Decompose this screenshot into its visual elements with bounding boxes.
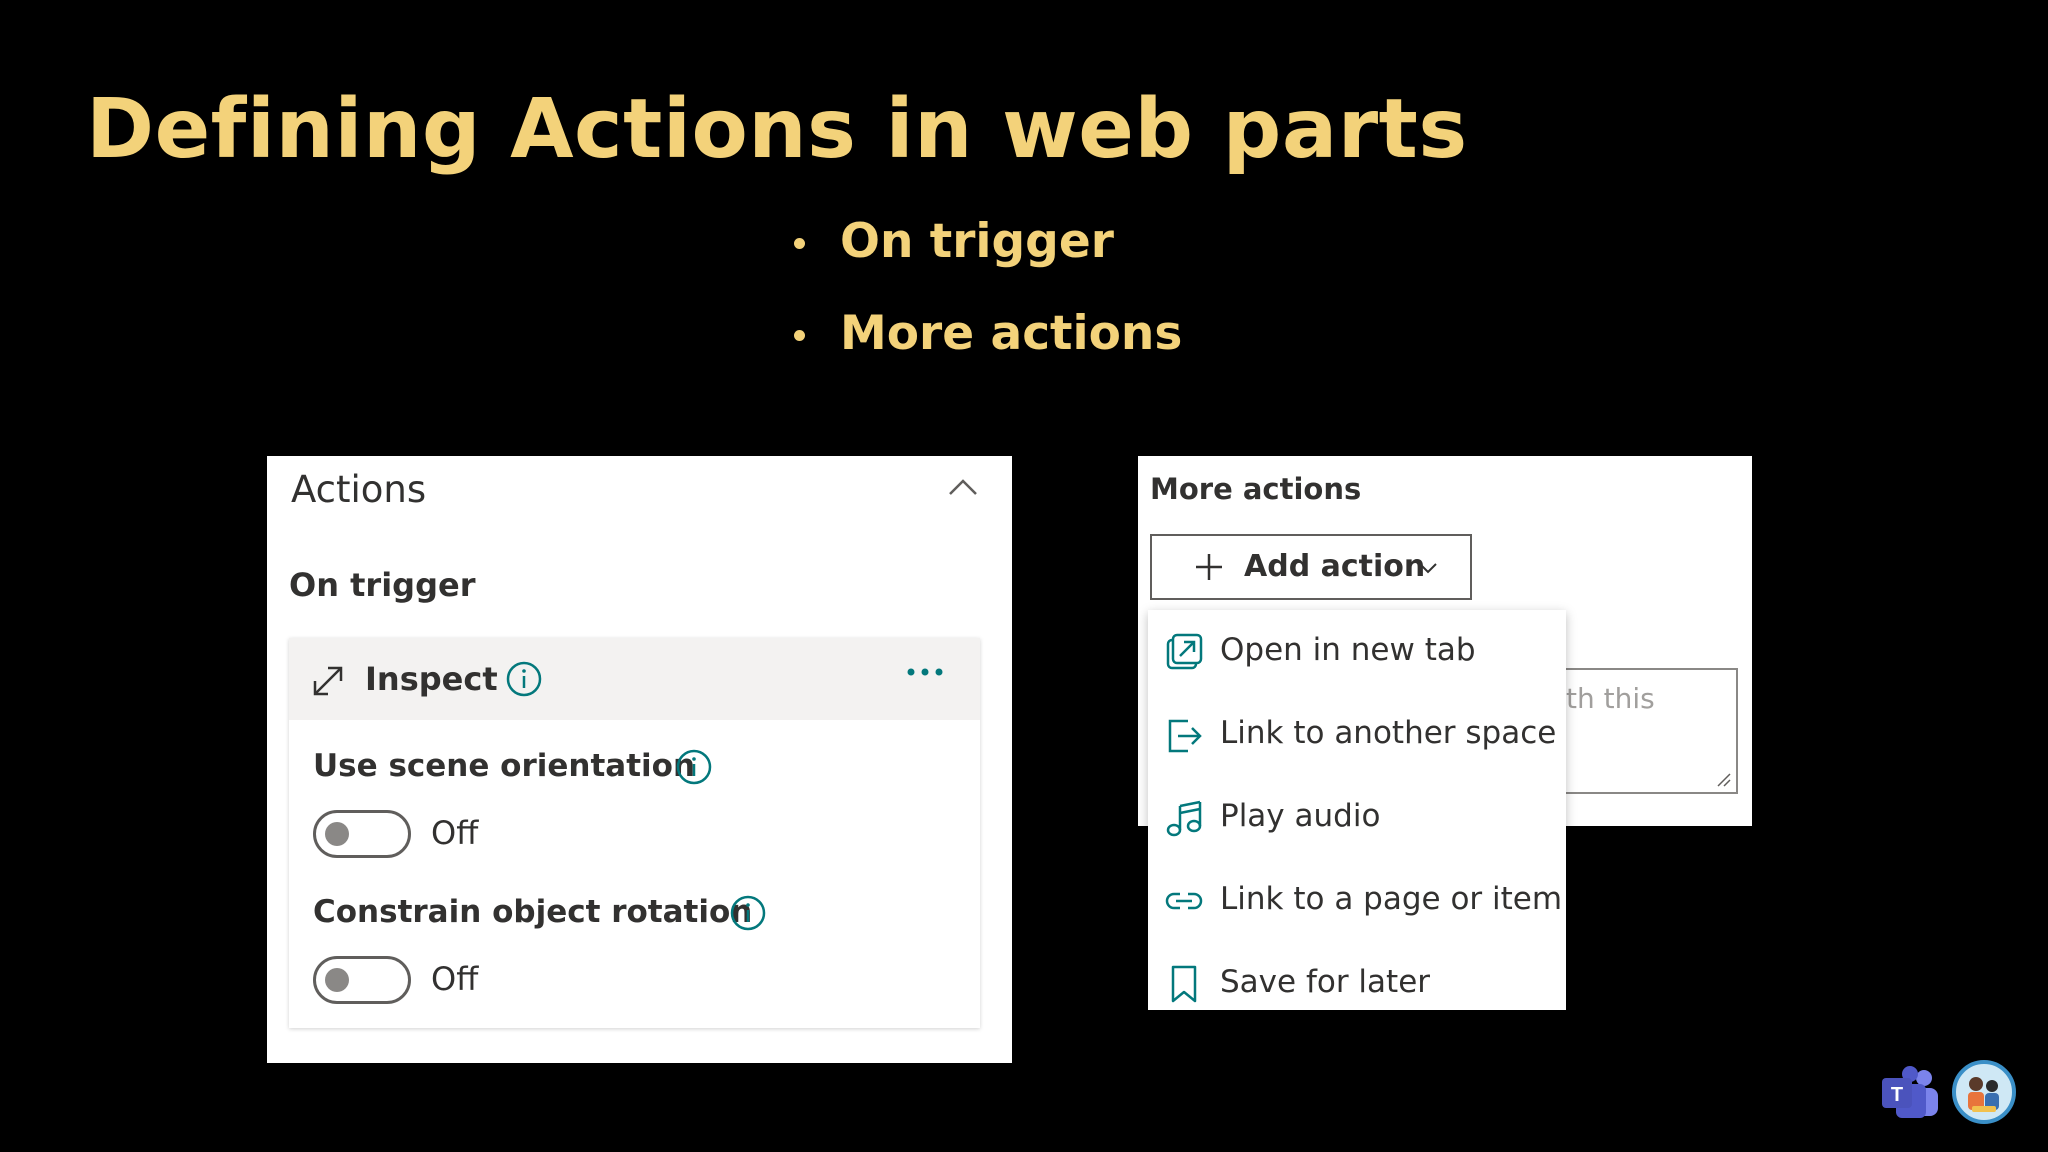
slide-title: Defining Actions in web parts <box>86 82 1468 177</box>
bullet-dot <box>794 330 805 341</box>
add-action-dropdown: Open in new tab Link to another space Pl… <box>1148 610 1566 1010</box>
bookmark-icon <box>1171 965 1197 1003</box>
constrain-rotation-toggle-state: Off <box>431 960 479 998</box>
menu-item-label: Open in new tab <box>1220 632 1476 668</box>
info-icon[interactable] <box>675 748 713 786</box>
add-action-label: Add action <box>1244 549 1426 584</box>
more-actions-header: More actions <box>1150 472 1362 506</box>
description-placeholder: th this <box>1566 682 1655 715</box>
constrain-object-rotation-label: Constrain object rotation <box>313 894 753 930</box>
link-to-space-icon <box>1168 719 1202 753</box>
menu-item-open-in-new-tab[interactable]: Open in new tab <box>1148 612 1566 692</box>
on-trigger-label: On trigger <box>289 566 476 604</box>
menu-item-label: Link to another space <box>1220 715 1557 751</box>
open-in-new-tab-icon <box>1166 633 1203 670</box>
use-scene-orientation-label: Use scene orientation <box>313 748 696 784</box>
toggle-knob <box>325 968 349 992</box>
menu-item-label: Save for later <box>1220 964 1431 1000</box>
scene-orientation-toggle-state: Off <box>431 814 479 852</box>
trigger-action-card: Inspect Use scene orientation Off Constr… <box>289 638 980 1028</box>
chevron-up-icon[interactable] <box>948 478 978 496</box>
menu-item-link-to-another-space[interactable]: Link to another space <box>1148 695 1566 775</box>
menu-item-label: Play audio <box>1220 798 1381 834</box>
avatar <box>1952 1060 2016 1124</box>
bullet-text: On trigger <box>840 214 1114 269</box>
description-textarea[interactable]: th this <box>1556 668 1738 794</box>
music-note-icon <box>1166 800 1202 837</box>
toggle-knob <box>325 822 349 846</box>
svg-text:T: T <box>1891 1084 1903 1106</box>
bullet-list: On trigger More actions <box>792 212 1182 396</box>
actions-panel: Actions On trigger Inspect Use scene ori… <box>267 456 1012 1063</box>
actions-panel-header: Actions <box>291 468 427 511</box>
bullet-text: More actions <box>840 306 1183 361</box>
bullet-item: More actions <box>792 304 1182 396</box>
menu-item-link-to-page[interactable]: Link to a page or item <box>1148 861 1566 941</box>
chevron-down-icon <box>1419 563 1437 574</box>
constrain-rotation-toggle[interactable] <box>313 956 411 1004</box>
menu-item-label: Link to a page or item <box>1220 881 1563 917</box>
bullet-item: On trigger <box>792 212 1182 304</box>
info-icon[interactable] <box>729 894 767 932</box>
more-options-icon[interactable] <box>906 666 944 678</box>
menu-item-play-audio[interactable]: Play audio <box>1148 778 1566 858</box>
trigger-action-card-header: Inspect <box>289 638 980 720</box>
link-icon <box>1165 892 1203 910</box>
plus-icon <box>1196 554 1222 580</box>
expand-arrows-icon <box>313 666 343 696</box>
menu-item-save-for-later[interactable]: Save for later <box>1148 944 1566 1024</box>
scene-orientation-toggle[interactable] <box>313 810 411 858</box>
resize-grip-icon[interactable] <box>1716 772 1732 788</box>
teams-logo-icon: T <box>1882 1066 1938 1118</box>
inspect-action-label: Inspect <box>365 660 498 698</box>
bullet-dot <box>794 238 805 249</box>
info-icon[interactable] <box>505 660 543 698</box>
add-action-button[interactable]: Add action <box>1150 534 1472 600</box>
